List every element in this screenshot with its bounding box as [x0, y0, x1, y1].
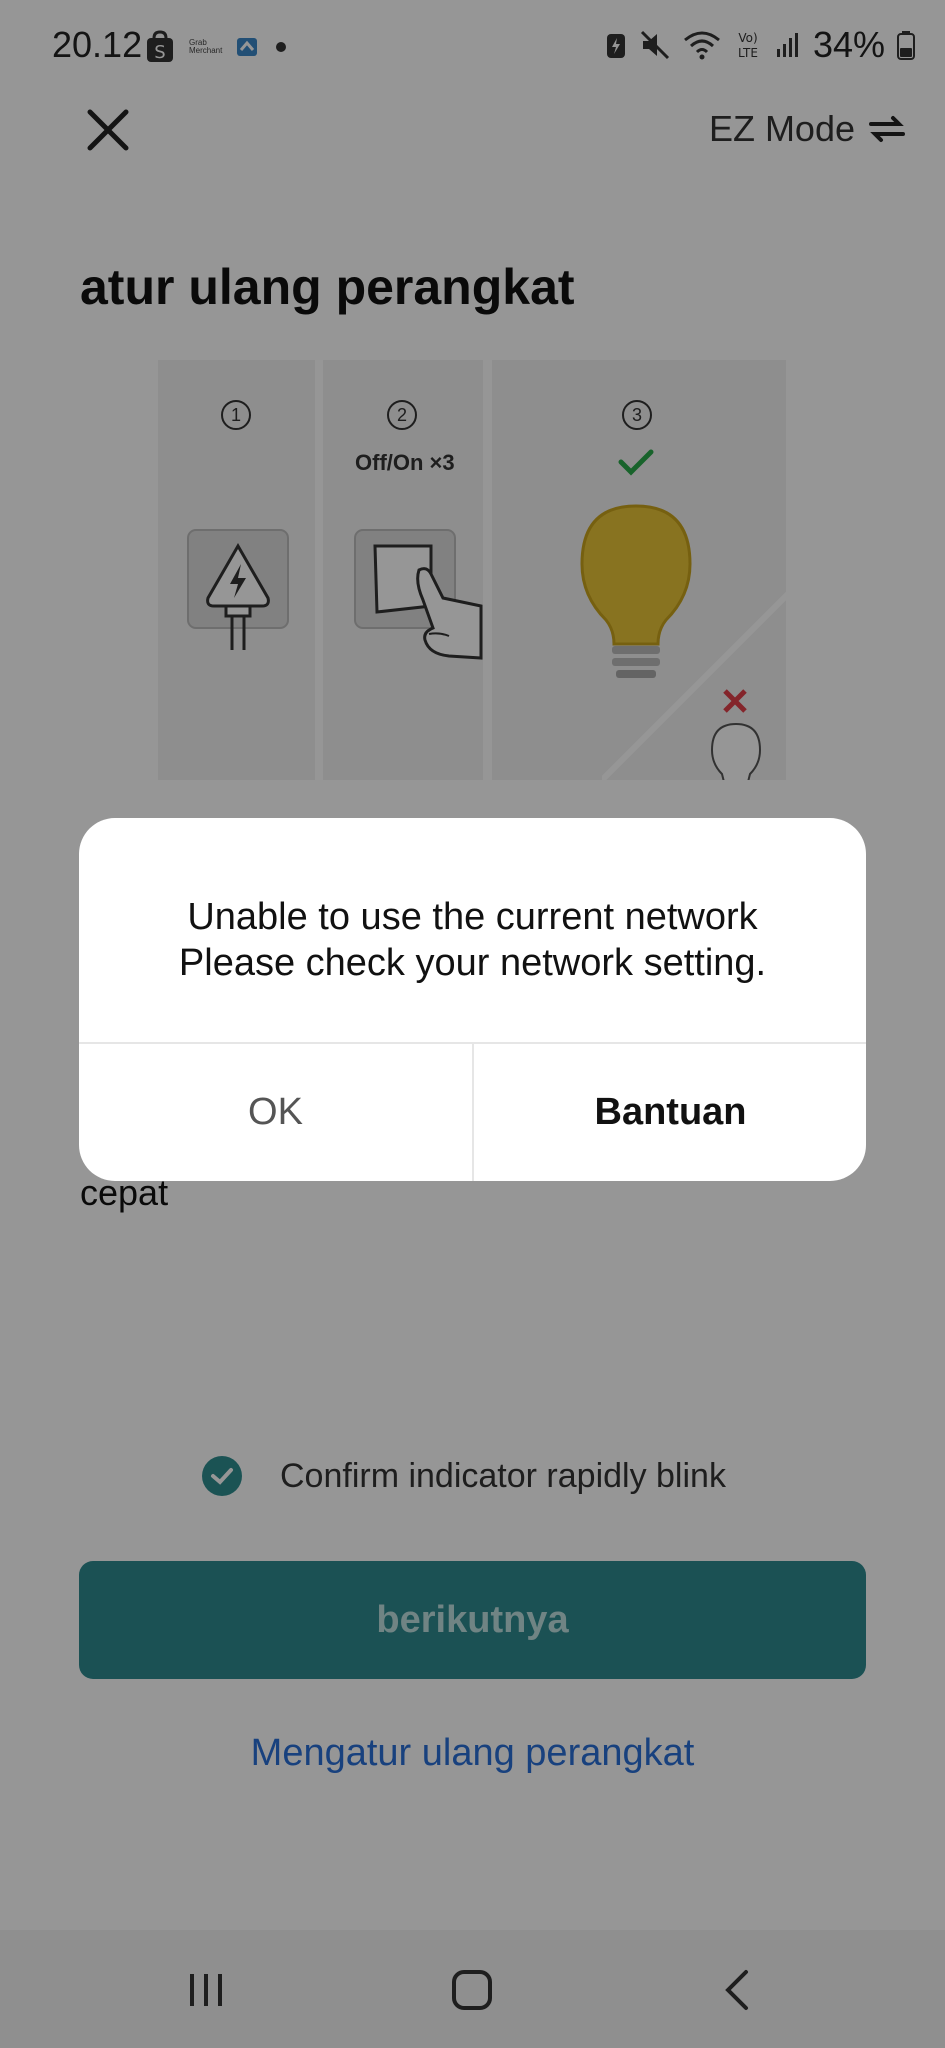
dialog-message: Unable to use the current network Please… [79, 894, 866, 986]
dialog-message-line2: Please check your network setting. [178, 942, 767, 984]
help-button[interactable]: Bantuan [474, 1044, 866, 1181]
network-error-dialog: Unable to use the current network Please… [79, 818, 866, 1181]
ok-button[interactable]: OK [79, 1044, 472, 1181]
dialog-message-line1: Unable to use the current network [187, 896, 758, 938]
